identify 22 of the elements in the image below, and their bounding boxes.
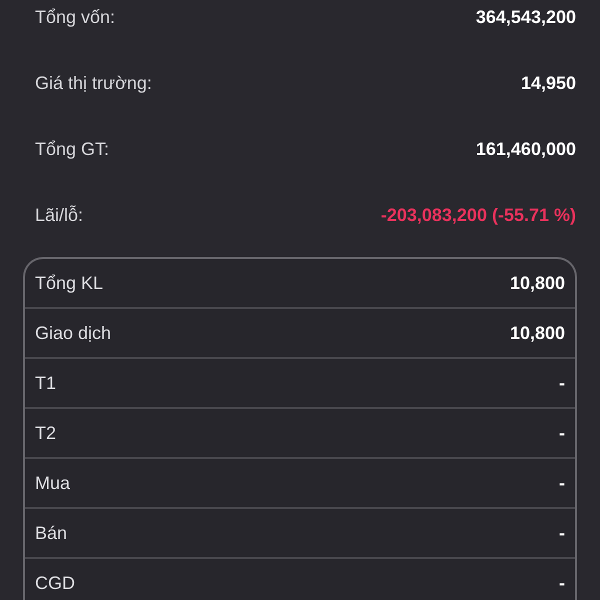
summary-label: Lãi/lỗ: <box>35 204 84 227</box>
detail-value: - <box>559 522 565 544</box>
summary-value: 364,543,200 <box>476 6 576 29</box>
detail-value: - <box>559 422 565 444</box>
detail-value: 10,800 <box>510 322 565 344</box>
summary-label: Giá thị trường: <box>35 72 152 95</box>
detail-value: - <box>559 572 565 594</box>
summary-label: Tổng vốn: <box>35 6 116 29</box>
detail-label: T2 <box>35 422 56 444</box>
detail-label: Mua <box>35 472 70 494</box>
detail-label: Giao dịch <box>35 322 112 344</box>
detail-label: T1 <box>35 372 56 394</box>
detail-label: Tổng KL <box>35 272 104 294</box>
detail-value: - <box>559 372 565 394</box>
detail-label: Bán <box>35 522 68 544</box>
detail-value: - <box>559 472 565 494</box>
summary-value: 14,950 <box>520 72 576 95</box>
summary-label: Tổng GT: <box>35 138 110 161</box>
detail-value: 10,800 <box>510 272 565 294</box>
summary-value: -203,083,200 (-55.71 %) <box>380 204 576 227</box>
detail-label: CGD <box>35 572 75 594</box>
summary-value: 161,460,000 <box>476 138 576 161</box>
